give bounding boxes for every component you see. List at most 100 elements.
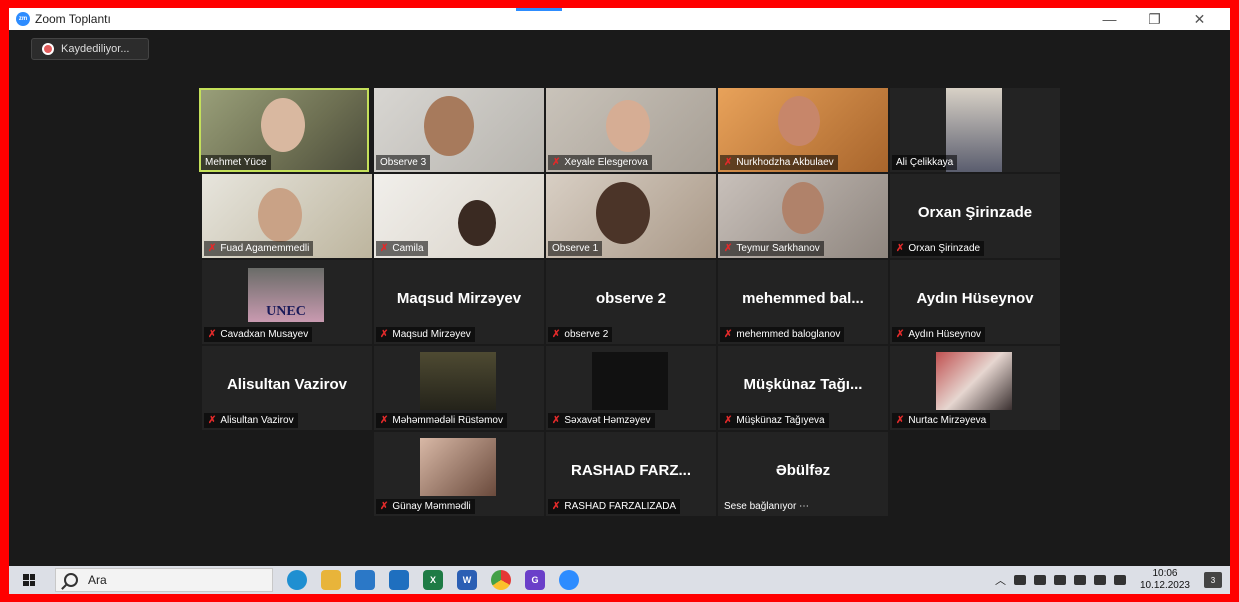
participant-tile[interactable]: Müşkünaz Tağı... ✗ Müşkünaz Tağıyeva xyxy=(718,346,888,430)
participant-tile[interactable]: Mehmet Yüce xyxy=(199,88,369,172)
muted-mic-icon: ✗ xyxy=(552,329,561,340)
muted-mic-icon: ✗ xyxy=(552,501,561,512)
participant-tile[interactable]: RASHAD FARZ... ✗ RASHAD FARZALIZADA xyxy=(546,432,716,516)
participant-name: Müşkünaz Tağıyeva xyxy=(736,415,825,426)
app-icon[interactable]: G xyxy=(525,570,545,590)
participant-tile[interactable]: ✗ Fuad Agamemmedli xyxy=(202,174,372,258)
participant-name: Maqsud Mirzəyev xyxy=(392,329,471,340)
participant-tile[interactable]: ✗ Camila xyxy=(374,174,544,258)
participant-display-name: Maqsud Mirzəyev xyxy=(396,290,522,307)
network-icon[interactable] xyxy=(1033,575,1046,585)
participant-name: Fuad Agamemmedli xyxy=(220,243,310,254)
participant-tile[interactable]: Əbülfəz Sese bağlanıyor ⋯ xyxy=(718,432,888,516)
mic-icon[interactable] xyxy=(1053,575,1066,585)
windows-taskbar: Ara X W G ︿ 10:06 10.12.2023 3 xyxy=(9,566,1230,594)
taskbar-search[interactable]: Ara xyxy=(55,568,273,592)
clock-time: 10:06 xyxy=(1152,568,1178,579)
participant-video xyxy=(596,182,650,244)
record-icon xyxy=(44,45,52,53)
edge-icon[interactable] xyxy=(287,570,307,590)
muted-mic-icon: ✗ xyxy=(896,415,905,426)
chrome-icon[interactable] xyxy=(491,570,511,590)
participant-name: Observe 1 xyxy=(552,243,599,254)
clock-date: 10.12.2023 xyxy=(1139,580,1190,591)
participant-tile[interactable]: Alisultan Vazirov ✗ Alisultan Vazirov xyxy=(202,346,372,430)
participant-display-name: Müşkünaz Tağı... xyxy=(743,376,863,393)
muted-mic-icon: ✗ xyxy=(896,243,905,254)
system-tray: ︿ 10:06 10.12.2023 3 xyxy=(995,566,1222,594)
participant-tile[interactable]: ✗ Səxavət Həmzəyev xyxy=(546,346,716,430)
muted-mic-icon: ✗ xyxy=(208,243,217,254)
participant-tile[interactable]: mehemmed bal... ✗ mehemmed baloglanov xyxy=(718,260,888,344)
participant-tile[interactable]: ✗ Nurtac Mirzəyeva xyxy=(890,346,1060,430)
close-button[interactable]: ✕ xyxy=(1177,8,1222,30)
participant-video xyxy=(936,352,1012,410)
participant-name: Ali Çelikkaya xyxy=(896,157,954,168)
participant-name: Teymur Sarkhanov xyxy=(736,243,820,254)
restore-button[interactable]: ❐ xyxy=(1132,8,1177,30)
participant-name: Məhəmmədəli Rüstəmov xyxy=(392,415,503,426)
participant-name: Aydın Hüseynov xyxy=(908,329,982,340)
participant-name: Orxan Şirinzade xyxy=(908,243,981,254)
participant-tile[interactable]: Observe 3 xyxy=(374,88,544,172)
participant-name: Cavadxan Musayev xyxy=(220,329,309,340)
participant-name: Xeyale Elesgerova xyxy=(564,157,648,168)
battery-icon[interactable] xyxy=(1013,575,1026,585)
participant-display-name: Aydın Hüseynov xyxy=(916,290,1034,307)
participant-display-name: Əbülfəz xyxy=(775,462,831,479)
participant-video xyxy=(458,200,496,246)
participant-video xyxy=(606,100,650,152)
word-icon[interactable]: W xyxy=(457,570,477,590)
participant-tile[interactable]: ✗ Məhəmmədəli Rüstəmov xyxy=(374,346,544,430)
participant-tile[interactable]: observe 2 ✗ observe 2 xyxy=(546,260,716,344)
participant-tile[interactable]: Maqsud Mirzəyev ✗ Maqsud Mirzəyev xyxy=(374,260,544,344)
file-explorer-icon[interactable] xyxy=(321,570,341,590)
zoom-icon[interactable] xyxy=(559,570,579,590)
participant-tile[interactable]: ✗ Günay Məmmədli xyxy=(374,432,544,516)
cloud-icon[interactable] xyxy=(1073,575,1086,585)
participant-tile[interactable]: UNEC ✗ Cavadxan Musayev xyxy=(202,260,372,344)
recording-indicator[interactable]: Kaydediliyor... xyxy=(31,38,149,60)
participant-tile[interactable]: ✗ Xeyale Elesgerova xyxy=(546,88,716,172)
search-icon xyxy=(64,573,78,587)
muted-mic-icon: ✗ xyxy=(552,415,561,426)
participant-video xyxy=(424,96,474,156)
participant-video xyxy=(420,352,496,410)
participant-tile[interactable]: Observe 1 xyxy=(546,174,716,258)
muted-mic-icon: ✗ xyxy=(724,329,733,340)
wifi-icon[interactable] xyxy=(1093,575,1106,585)
participant-display-name: RASHAD FARZ... xyxy=(571,462,691,479)
participant-display-name: mehemmed bal... xyxy=(742,290,864,307)
recording-label: Kaydediliyor... xyxy=(61,43,130,55)
participant-name: RASHAD FARZALIZADA xyxy=(564,501,677,512)
store-icon[interactable] xyxy=(355,570,375,590)
window-title: Zoom Toplantı xyxy=(35,12,111,26)
participant-tile[interactable]: Aydın Hüseynov ✗ Aydın Hüseynov xyxy=(890,260,1060,344)
muted-mic-icon: ✗ xyxy=(724,243,733,254)
muted-mic-icon: ✗ xyxy=(552,157,561,168)
windows-start-icon[interactable] xyxy=(23,574,35,586)
muted-mic-icon: ✗ xyxy=(896,329,905,340)
minimize-button[interactable]: — xyxy=(1087,8,1132,30)
taskbar-clock[interactable]: 10:06 10.12.2023 xyxy=(1140,568,1190,592)
meeting-area: Kaydediliyor... Mehmet Yüce Observe 3 ✗ X… xyxy=(9,30,1230,566)
participant-video xyxy=(258,188,302,242)
participant-tile[interactable]: ✗ Teymur Sarkhanov xyxy=(718,174,888,258)
volume-icon[interactable] xyxy=(1113,575,1126,585)
participant-name: Observe 3 xyxy=(380,157,427,168)
participant-tile[interactable]: Ali Çelikkaya xyxy=(890,88,1060,172)
muted-mic-icon: ✗ xyxy=(380,415,389,426)
excel-icon[interactable]: X xyxy=(423,570,443,590)
participant-video xyxy=(782,182,824,234)
participant-video xyxy=(261,98,305,152)
participant-name: Mehmet Yüce xyxy=(205,157,267,168)
participant-name: Nurkhodzha Akbulaev xyxy=(736,157,834,168)
participant-tile[interactable]: Orxan Şirinzade ✗ Orxan Şirinzade xyxy=(890,174,1060,258)
participant-tile[interactable]: ✗ Nurkhodzha Akbulaev xyxy=(718,88,888,172)
notification-icon[interactable]: 3 xyxy=(1204,572,1222,588)
unec-sign: UNEC xyxy=(266,304,306,319)
muted-mic-icon: ✗ xyxy=(208,415,217,426)
mail-icon[interactable] xyxy=(389,570,409,590)
muted-mic-icon: ✗ xyxy=(380,243,389,254)
chevron-up-icon[interactable]: ︿ xyxy=(995,572,1006,588)
